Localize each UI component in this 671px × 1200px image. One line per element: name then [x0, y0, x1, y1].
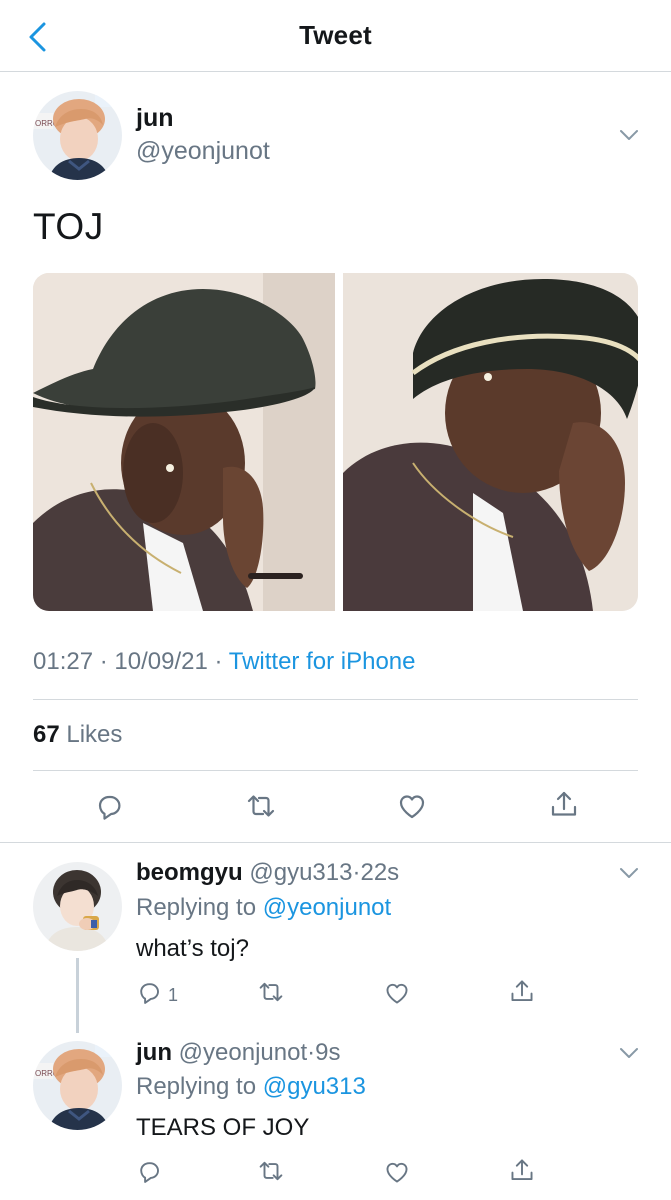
avatar[interactable] [33, 1041, 122, 1130]
page-title: Tweet [299, 20, 372, 50]
divider [33, 770, 638, 771]
reply-count: 1 [168, 985, 179, 1005]
like-icon[interactable] [384, 980, 410, 1006]
likes-label: Likes [66, 721, 123, 748]
replying-to-link[interactable]: @yeonjunot [263, 894, 391, 921]
retweet-icon[interactable] [258, 1158, 284, 1184]
share-icon[interactable] [509, 1157, 535, 1183]
reply-age: 9s [315, 1039, 341, 1066]
divider [33, 699, 638, 700]
tweet-time: 01:27 [33, 648, 94, 675]
like-icon[interactable] [384, 1159, 410, 1185]
reply-author-name[interactable]: beomgyu [136, 859, 243, 886]
reply-author-name[interactable]: jun [136, 1039, 172, 1066]
replying-to-link[interactable]: @gyu313 [263, 1073, 366, 1100]
separator-dot: · [214, 648, 229, 675]
separator-dot: · [307, 1039, 316, 1066]
replying-to: Replying to @yeonjunot [136, 894, 391, 922]
reply-text: TEARS OF JOY [136, 1114, 310, 1141]
reply-header: beomgyu @gyu313·22s [136, 859, 399, 887]
avatar[interactable] [33, 862, 122, 951]
reply-text: what’s toj? [136, 935, 249, 962]
reply-author-handle[interactable]: @yeonjunot [179, 1039, 307, 1066]
share-icon[interactable] [549, 789, 579, 819]
retweet-icon[interactable] [246, 791, 276, 821]
author-handle[interactable]: @yeonjunot [136, 137, 270, 166]
chevron-down-icon[interactable] [619, 129, 639, 141]
reply-author-handle[interactable]: @gyu313 [249, 859, 352, 886]
tweet-date: 10/09/21 [114, 648, 208, 675]
replying-label: Replying to [136, 1073, 257, 1100]
replying-to: Replying to @gyu313 [136, 1073, 366, 1101]
chevron-down-icon[interactable] [619, 867, 639, 879]
navigation-bar: Tweet [0, 0, 671, 72]
likes-count[interactable]: 67 Likes [33, 721, 122, 749]
separator-dot: · [99, 648, 115, 675]
reply-age: 22s [360, 859, 400, 886]
likes-number: 67 [33, 721, 60, 748]
author-name[interactable]: jun [136, 104, 174, 133]
like-icon[interactable] [397, 791, 427, 821]
reply-icon[interactable] [136, 979, 162, 1005]
share-icon[interactable] [509, 978, 535, 1004]
avatar[interactable] [33, 91, 122, 180]
tweet-image[interactable] [33, 273, 638, 611]
tweet-text: TOJ [33, 206, 104, 247]
reply-icon[interactable] [94, 791, 124, 821]
tweet-source-link[interactable]: Twitter for iPhone [229, 648, 416, 675]
retweet-icon[interactable] [258, 979, 284, 1005]
reply-header: jun @yeonjunot·9s [136, 1039, 340, 1067]
chevron-down-icon[interactable] [619, 1047, 639, 1059]
divider [0, 842, 671, 843]
replying-label: Replying to [136, 894, 257, 921]
tweet-metadata: 01:27 · 10/09/21 · Twitter for iPhone [33, 648, 415, 676]
reply-icon[interactable] [136, 1158, 162, 1184]
thread-connector [76, 958, 79, 1033]
